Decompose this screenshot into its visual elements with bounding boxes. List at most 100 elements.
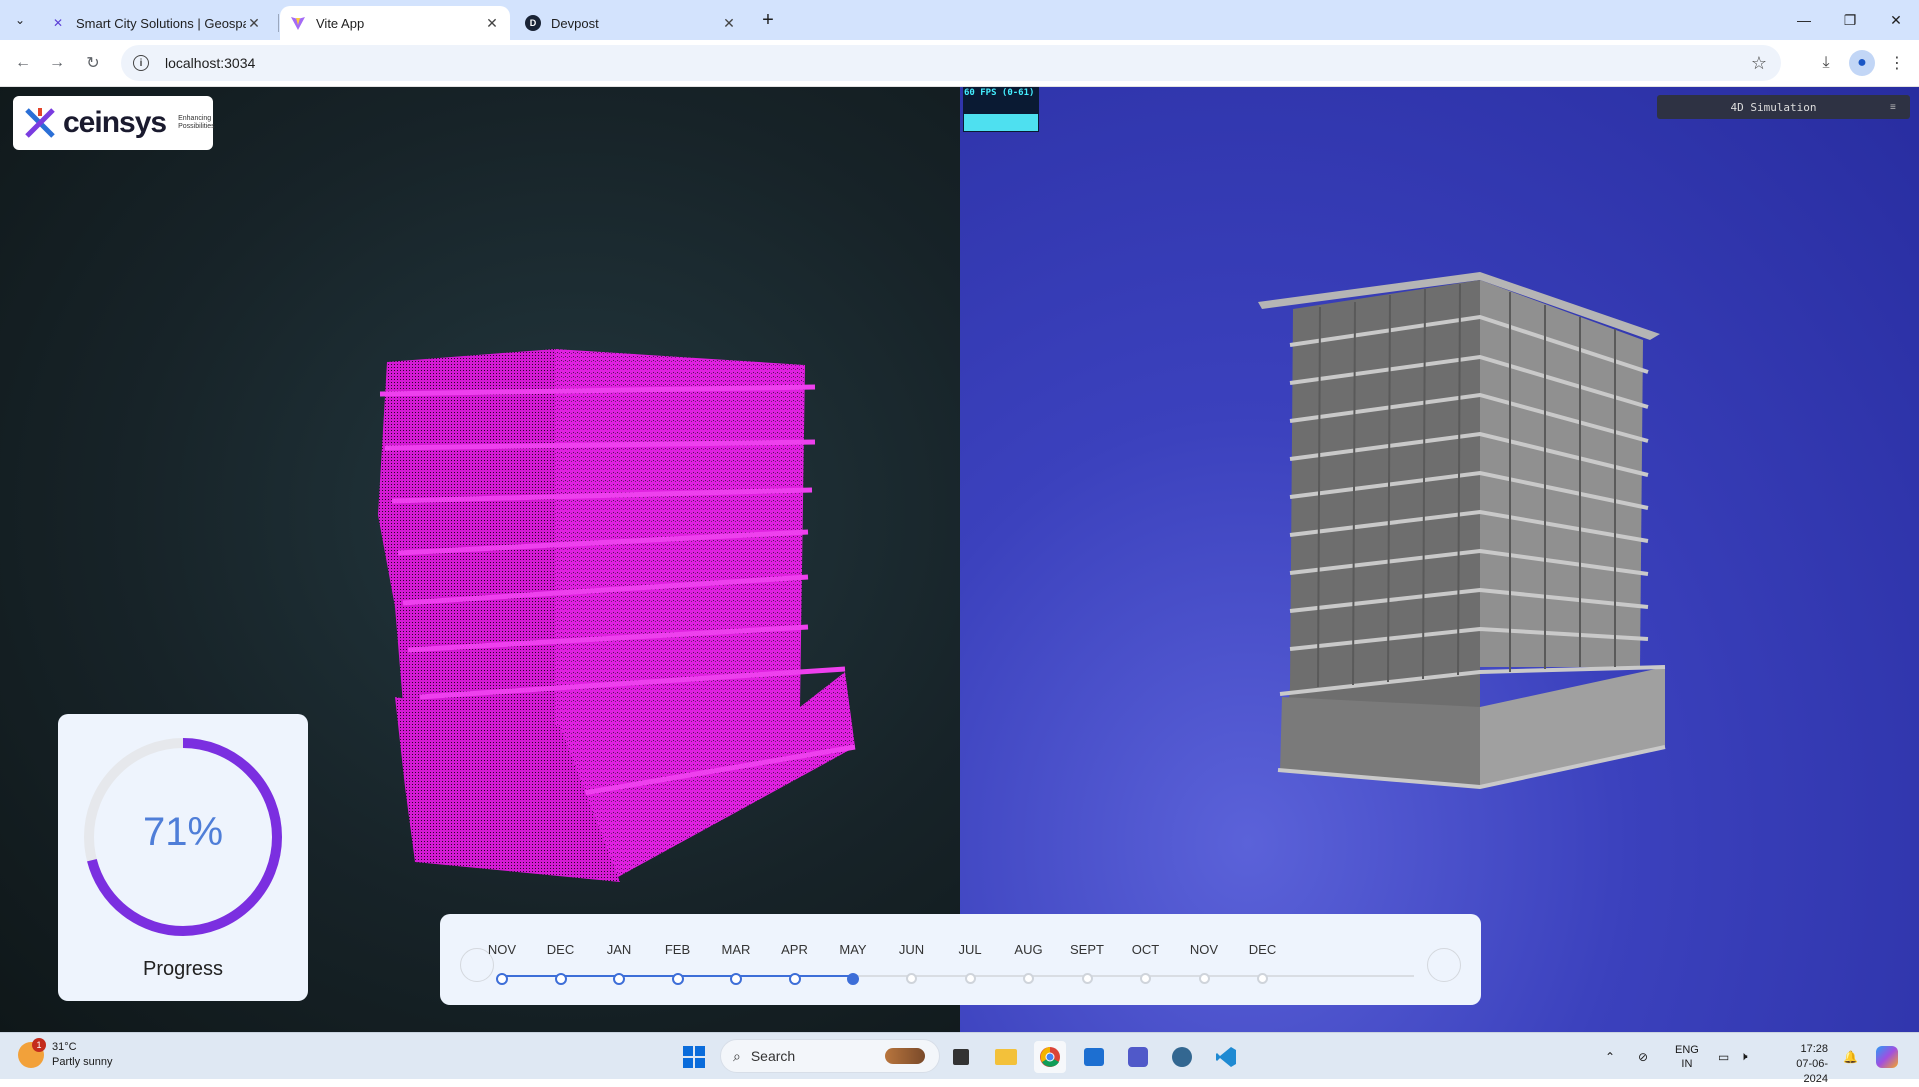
taskbar-search[interactable]: ⌕ Search — [720, 1039, 940, 1073]
timeline-month[interactable]: MAY — [823, 942, 883, 985]
clock-date: 07-06-2024 — [1796, 1058, 1828, 1085]
timeline-month-dot[interactable] — [496, 973, 508, 985]
timeline-month-dot[interactable] — [554, 973, 567, 985]
browser-tab-strip: ⌄ ✕ Smart City Solutions | Geospati ✕ Vi… — [0, 0, 1919, 40]
weather-widget[interactable]: 1 31°C Partly sunny — [18, 1038, 113, 1070]
app-viewport: ceinsys Enhancing Possibilities 60 FPS (… — [0, 87, 1919, 1032]
close-icon[interactable]: ✕ — [721, 15, 737, 31]
new-tab-button[interactable]: + — [756, 8, 780, 32]
close-icon[interactable]: ✕ — [484, 15, 500, 31]
show-hidden-icons[interactable]: ⌃ — [1605, 1033, 1615, 1080]
restore-button[interactable]: ❐ — [1827, 0, 1873, 40]
store-button[interactable] — [1078, 1041, 1110, 1073]
chevron-up-icon: ⌃ — [1605, 1049, 1616, 1064]
copilot-button[interactable] — [1876, 1033, 1898, 1080]
timeline-month[interactable]: APR — [765, 942, 825, 985]
timeline-month[interactable]: FEB — [648, 942, 708, 985]
postgres-button[interactable] — [1166, 1041, 1198, 1073]
back-button[interactable]: ← — [10, 50, 36, 76]
timeline-month-dot[interactable] — [1023, 973, 1034, 984]
simulation-control-panel[interactable]: 4D Simulation ≡ — [1657, 95, 1910, 119]
chevron-down-icon: ⌄ — [14, 13, 26, 27]
timeline-next-button[interactable] — [1427, 948, 1461, 982]
timeline-month-dot[interactable] — [847, 973, 859, 985]
vscode-button[interactable] — [1210, 1041, 1242, 1073]
system-clock[interactable]: 17:28 07-06-2024 — [1772, 1042, 1828, 1087]
volume-indicator[interactable]: 🕨 — [1740, 1033, 1748, 1080]
browser-menu-button[interactable]: ⋮ — [1884, 50, 1910, 76]
fps-monitor[interactable]: 60 FPS (0-61) — [963, 87, 1039, 132]
plus-icon: + — [762, 8, 774, 31]
downloads-button[interactable]: ⤓ — [1813, 50, 1839, 76]
timeline-month-dot[interactable] — [613, 973, 625, 985]
timeline-month-dot[interactable] — [730, 973, 742, 985]
tab-vite-app[interactable]: Vite App ✕ — [280, 6, 510, 40]
store-icon — [1084, 1048, 1104, 1066]
simulation-panel-title: 4D Simulation — [1730, 100, 1817, 114]
timeline-month[interactable]: OCT — [1116, 942, 1176, 984]
arrow-right-icon: → — [49, 54, 65, 71]
network-off-indicator[interactable]: ⊘ — [1638, 1033, 1648, 1080]
timeline-month[interactable]: JUN — [882, 942, 942, 984]
close-icon[interactable]: ✕ — [246, 15, 262, 31]
task-view-button[interactable] — [945, 1041, 977, 1073]
timeline-month[interactable]: DEC — [531, 942, 591, 985]
teams-button[interactable] — [1122, 1041, 1154, 1073]
vscode-icon — [1216, 1047, 1236, 1067]
tab-divider — [278, 14, 279, 32]
copilot-icon — [1876, 1045, 1898, 1068]
address-bar[interactable]: i localhost:3034 ☆ — [121, 45, 1781, 81]
file-explorer-button[interactable] — [990, 1041, 1022, 1073]
tab-smart-city[interactable]: ✕ Smart City Solutions | Geospati ✕ — [40, 6, 272, 40]
timeline-month-label: JAN — [606, 942, 632, 957]
tab-search-button[interactable]: ⌄ — [8, 8, 32, 32]
close-window-button[interactable]: ✕ — [1873, 0, 1919, 40]
windows-taskbar: 1 31°C Partly sunny ⌕ Search ⌃ ⊘ ENG IN … — [0, 1032, 1919, 1085]
logo-tagline: Enhancing Possibilities — [178, 115, 215, 131]
timeline-month[interactable]: NOV — [472, 942, 532, 985]
start-button[interactable] — [678, 1041, 710, 1073]
fps-label: 60 FPS (0-61) — [964, 88, 1035, 98]
timeline-month-dot[interactable] — [1081, 973, 1093, 984]
chrome-icon — [1040, 1047, 1060, 1067]
minimize-button[interactable]: — — [1781, 0, 1827, 40]
tab-title: Devpost — [551, 15, 599, 31]
bookmark-star-icon[interactable]: ☆ — [1751, 53, 1767, 74]
timeline-month[interactable]: AUG — [999, 942, 1059, 984]
site-info-icon[interactable]: i — [133, 55, 149, 71]
timeline-month-dot[interactable] — [906, 973, 917, 984]
reload-button[interactable]: ↻ — [80, 50, 106, 76]
no-network-icon: ⊘ — [1638, 1049, 1649, 1064]
timeline-month-dot[interactable] — [788, 973, 801, 985]
drag-handle-icon[interactable]: ≡ — [1890, 102, 1910, 113]
chrome-button[interactable] — [1034, 1041, 1066, 1073]
timeline-month[interactable]: NOV — [1174, 942, 1234, 984]
ceinsys-logo: ceinsys Enhancing Possibilities — [13, 96, 215, 150]
language-indicator[interactable]: ENG IN — [1675, 1033, 1699, 1080]
profile-button[interactable]: ● — [1849, 50, 1875, 76]
timeline-month[interactable]: JAN — [589, 942, 649, 985]
timeline-month-dot[interactable] — [964, 973, 976, 984]
timeline-month[interactable]: MAR — [706, 942, 766, 985]
timeline-month-dot[interactable] — [1198, 973, 1210, 984]
timeline-month[interactable]: JUL — [940, 942, 1000, 984]
timeline-month-label: MAY — [839, 942, 867, 957]
notification-badge: 1 — [32, 1038, 46, 1052]
close-icon: ✕ — [1890, 11, 1902, 28]
timeline-month-label: SEPT — [1070, 942, 1104, 957]
timeline-month-dot[interactable] — [671, 973, 684, 985]
timeline-month-label: OCT — [1131, 942, 1160, 957]
notifications-button[interactable]: 🔔 — [1843, 1033, 1858, 1080]
language-region: IN — [1681, 1057, 1693, 1070]
ceinsys-favicon-icon: ✕ — [52, 16, 64, 30]
tab-devpost[interactable]: D Devpost ✕ — [515, 6, 747, 40]
timeline-month-dot[interactable] — [1140, 973, 1151, 984]
timeline-month-label: JUN — [898, 942, 925, 957]
search-highlight-icon — [885, 1048, 925, 1064]
timeline-month-dot[interactable] — [1257, 973, 1268, 984]
bim-model-viewer[interactable] — [960, 87, 1919, 1032]
wifi-indicator[interactable]: ▭ — [1718, 1033, 1729, 1080]
timeline-month[interactable]: SEPT — [1057, 942, 1117, 984]
timeline-month[interactable]: DEC — [1233, 942, 1293, 984]
forward-button[interactable]: → — [44, 50, 70, 76]
